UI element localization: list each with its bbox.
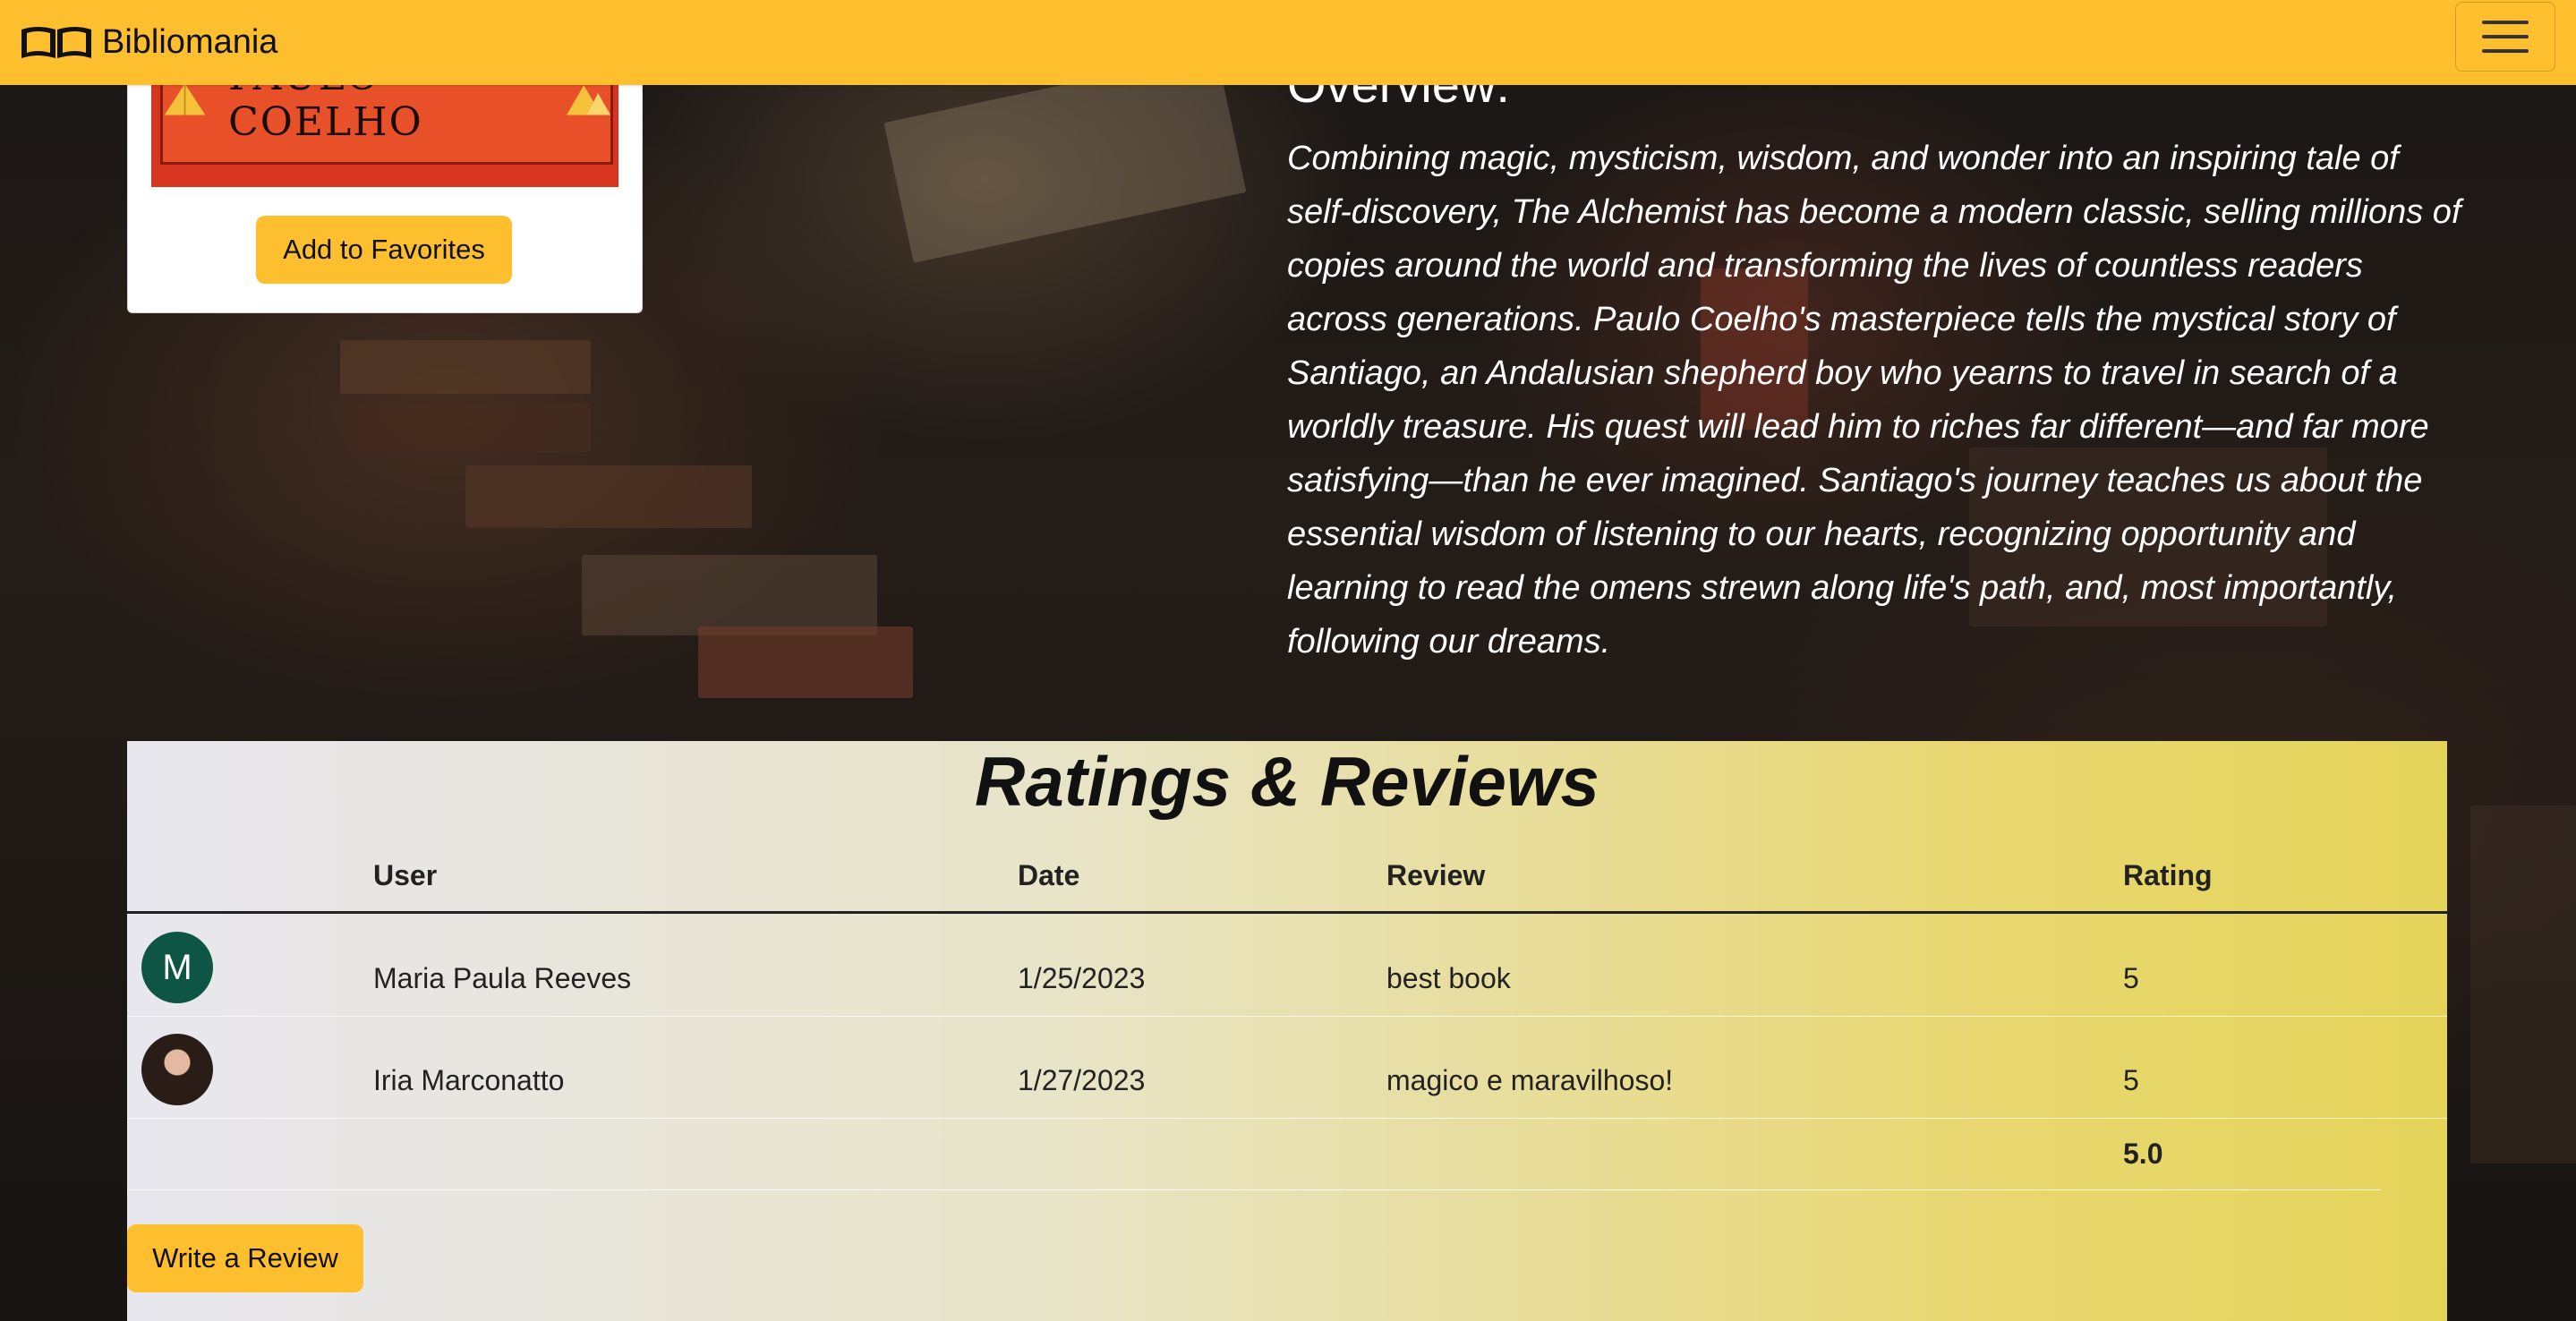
table-row: Iria Marconatto 1/27/2023 magico e marav… — [127, 1016, 2447, 1119]
review-text: magico e maravilhoso! — [1386, 1064, 1674, 1096]
review-date: 1/27/2023 — [1018, 1064, 1146, 1096]
menu-toggle-button[interactable] — [2455, 2, 2555, 72]
review-date: 1/25/2023 — [1018, 962, 1146, 994]
average-row: 5.0 — [127, 1118, 2381, 1190]
average-rating: 5.0 — [2123, 1138, 2163, 1170]
column-header-rating: Rating — [2123, 859, 2213, 891]
hamburger-icon — [2482, 21, 2529, 24]
review-rating: 5 — [2123, 962, 2139, 994]
reviews-section: Ratings & Reviews User Date Review Ratin… — [127, 741, 2447, 1321]
write-review-button[interactable]: Write a Review — [127, 1224, 363, 1292]
review-text: best book — [1386, 962, 1511, 994]
reviews-title: Ratings & Reviews — [975, 742, 1599, 821]
column-header-review: Review — [1386, 859, 1486, 891]
column-header-date: Date — [1018, 859, 1080, 891]
brand-link[interactable]: Bibliomania — [20, 13, 277, 72]
review-user: Iria Marconatto — [373, 1064, 565, 1096]
overview-text: Combining magic, mysticism, wisdom, and … — [1287, 140, 2461, 660]
brand-name: Bibliomania — [102, 22, 278, 61]
add-to-favorites-button[interactable]: Add to Favorites — [256, 216, 512, 284]
pyramid-icon — [164, 83, 206, 115]
avatar — [141, 1034, 213, 1105]
open-book-icon — [21, 27, 91, 58]
table-row: M Maria Paula Reeves 1/25/2023 best book… — [127, 914, 2447, 1017]
review-rating: 5 — [2123, 1064, 2139, 1096]
review-user: Maria Paula Reeves — [373, 962, 632, 994]
navbar: Bibliomania — [0, 0, 2576, 85]
avatar: M — [141, 932, 213, 1003]
pyramid-icon — [566, 85, 610, 115]
column-header-user: User — [373, 859, 438, 891]
